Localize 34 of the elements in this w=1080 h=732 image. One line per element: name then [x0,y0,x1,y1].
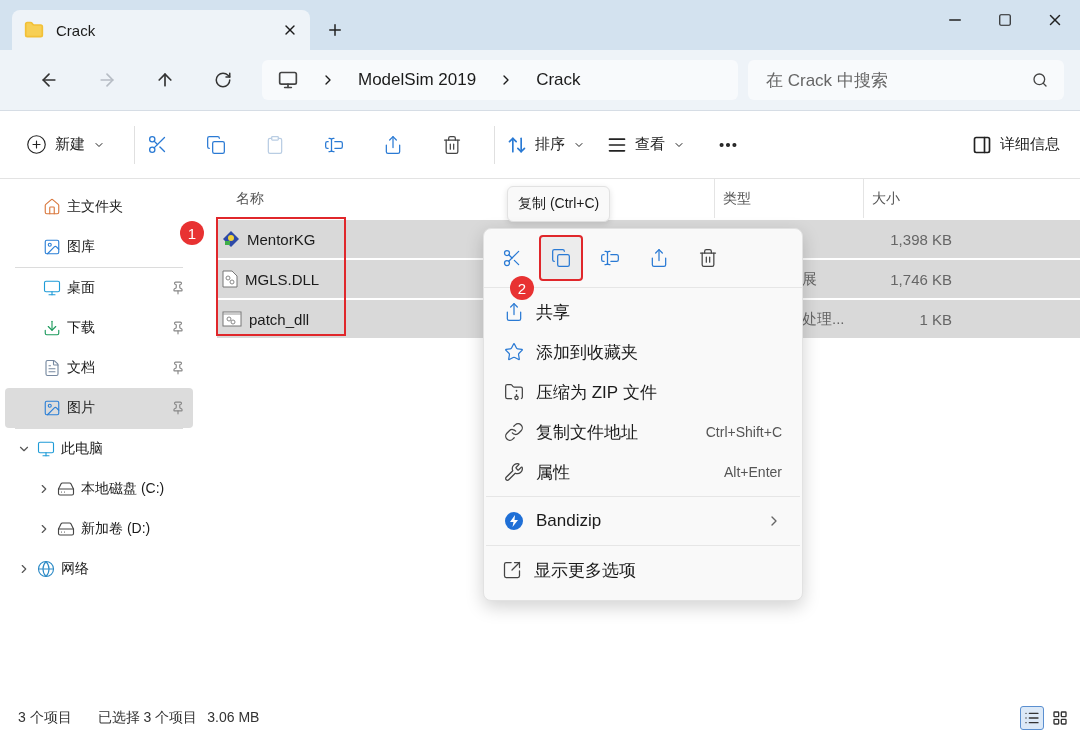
tab-title: Crack [56,21,97,39]
selection-count: 已选择 3 个项目 [97,709,198,727]
file-size: 1,398 KB [890,230,952,248]
shortcut: Ctrl+Shift+C [705,424,782,440]
search-placeholder: 在 Crack 中搜索 [766,69,888,92]
sidebar-label: 文档 [67,359,96,377]
selection-size: 3.06 MB [207,709,260,727]
menu-label: 添加到收藏夹 [536,341,639,364]
menu-label: 属性 [536,461,571,484]
tree-label: 此电脑 [61,440,104,458]
sidebar-label: 图库 [67,238,96,256]
file-name: MGLS.DLL [245,270,320,288]
file-size: 1 KB [919,310,952,328]
shortcut: Alt+Enter [724,464,782,480]
tree-label: 新加卷 (D:) [81,520,152,538]
sidebar-label: 下载 [67,319,96,337]
sidebar-label: 桌面 [67,279,96,297]
tree-label: 网络 [61,560,90,578]
sidebar-label: 图片 [67,399,96,417]
file-name: MentorKG [247,230,316,248]
file-type: 处理... [802,309,845,329]
tooltip: 复制 (Ctrl+C) [507,186,611,222]
file-name: patch_dll [249,310,310,328]
menu-label: 复制文件地址 [536,421,639,444]
step-badge: 1 [180,221,204,245]
item-count: 3 个项目 [18,709,72,727]
file-size: 1,746 KB [890,270,952,288]
sidebar-label: 主文件夹 [67,198,124,216]
file-type: 展 [802,269,817,289]
menu-label: 压缩为 ZIP 文件 [536,381,658,404]
tree-label: 本地磁盘 (C:) [81,480,166,498]
menu-label: 显示更多选项 [534,559,637,582]
menu-label: Bandizip [536,511,603,531]
menu-label: 共享 [536,301,571,324]
